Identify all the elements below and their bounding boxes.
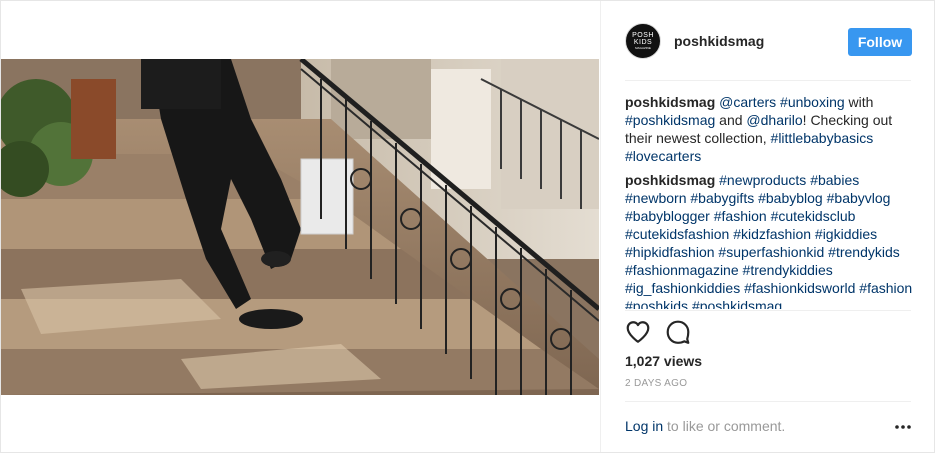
login-prompt: Log in to like or comment. bbox=[625, 418, 785, 434]
avatar[interactable]: POSH KIDS MAGAZINE bbox=[625, 23, 661, 59]
login-link[interactable]: Log in bbox=[625, 418, 663, 434]
views-count[interactable]: 1,027 views bbox=[625, 353, 702, 369]
hashtag-link[interactable]: #fashionmagazine bbox=[625, 262, 739, 278]
hashtag-link[interactable]: #ig_fashionkiddies bbox=[625, 280, 740, 296]
post-video[interactable] bbox=[1, 59, 599, 395]
mention-link[interactable]: @dharilo bbox=[746, 112, 802, 128]
hashtag-link[interactable]: #hipkidfashion bbox=[625, 244, 715, 260]
avatar-text-line: KIDS bbox=[633, 39, 653, 46]
hashtag-link[interactable]: #littlebabybasics bbox=[771, 130, 874, 146]
hashtags-comment: poshkidsmag #newproducts #babies #newbor… bbox=[625, 171, 915, 309]
avatar-text-line: POSH bbox=[632, 32, 654, 39]
comment-username-link[interactable]: poshkidsmag bbox=[625, 172, 715, 188]
divider bbox=[625, 80, 911, 81]
hashtag-link[interactable]: #fashion bbox=[714, 208, 767, 224]
hashtag-link[interactable]: #lovecarters bbox=[625, 148, 701, 164]
more-options-icon[interactable] bbox=[895, 425, 911, 429]
hashtag-link[interactable]: #unboxing bbox=[780, 94, 845, 110]
comments-list[interactable]: poshkidsmag @carters #unboxing with #pos… bbox=[625, 93, 915, 309]
comment-icon[interactable] bbox=[665, 319, 691, 345]
hashtag-link[interactable]: #babies bbox=[810, 172, 859, 188]
divider bbox=[625, 401, 911, 402]
heart-icon[interactable] bbox=[625, 319, 651, 345]
comment-text: with bbox=[844, 94, 874, 110]
hashtag-link[interactable]: #igkiddies bbox=[815, 226, 877, 242]
hashtag-link[interactable]: #babyblog bbox=[758, 190, 823, 206]
hashtag-link[interactable]: #babygifts bbox=[690, 190, 754, 206]
post-timestamp[interactable]: 2 DAYS AGO bbox=[625, 378, 687, 389]
follow-button[interactable]: Follow bbox=[848, 28, 912, 56]
comment-text: and bbox=[715, 112, 747, 128]
hashtag-link[interactable]: #fashionkidsworld bbox=[744, 280, 855, 296]
hashtag-link[interactable]: #superfashionkid bbox=[718, 244, 824, 260]
mention-link[interactable]: @carters bbox=[719, 94, 776, 110]
comment-username-link[interactable]: poshkidsmag bbox=[625, 94, 715, 110]
hashtag-link[interactable]: #kidzfashion bbox=[733, 226, 811, 242]
video-frame-image bbox=[1, 59, 599, 395]
login-prompt-text: to like or comment. bbox=[663, 418, 786, 434]
hashtag-link[interactable]: #trendykids bbox=[828, 244, 900, 260]
caption-comment: poshkidsmag @carters #unboxing with #pos… bbox=[625, 93, 915, 165]
hashtag-link[interactable]: #poshkidsmag bbox=[625, 112, 715, 128]
post-sidebar: POSH KIDS MAGAZINE poshkidsmag Follow po… bbox=[600, 1, 935, 452]
hashtag-link[interactable]: #babyblogger bbox=[625, 208, 710, 224]
hashtag-link[interactable]: #newproducts bbox=[719, 172, 806, 188]
hashtag-link[interactable]: #trendykiddies bbox=[743, 262, 833, 278]
hashtag-link[interactable]: #fashion bbox=[859, 280, 912, 296]
hashtag-link[interactable]: #poshkidsmag bbox=[692, 298, 782, 309]
post-header: POSH KIDS MAGAZINE poshkidsmag Follow bbox=[601, 1, 935, 81]
hashtag-link[interactable]: #poshkids bbox=[625, 298, 688, 309]
hashtag-link[interactable]: #cutekidsfashion bbox=[625, 226, 729, 242]
hashtag-link[interactable]: #cutekidsclub bbox=[771, 208, 856, 224]
post-media bbox=[1, 1, 599, 452]
hashtag-link[interactable]: #newborn bbox=[625, 190, 687, 206]
instagram-post-embed: POSH KIDS MAGAZINE poshkidsmag Follow po… bbox=[0, 0, 935, 453]
hashtag-link[interactable]: #babyvlog bbox=[827, 190, 891, 206]
username-link[interactable]: poshkidsmag bbox=[674, 33, 764, 49]
avatar-text-line: MAGAZINE bbox=[635, 46, 651, 50]
divider bbox=[625, 310, 911, 311]
